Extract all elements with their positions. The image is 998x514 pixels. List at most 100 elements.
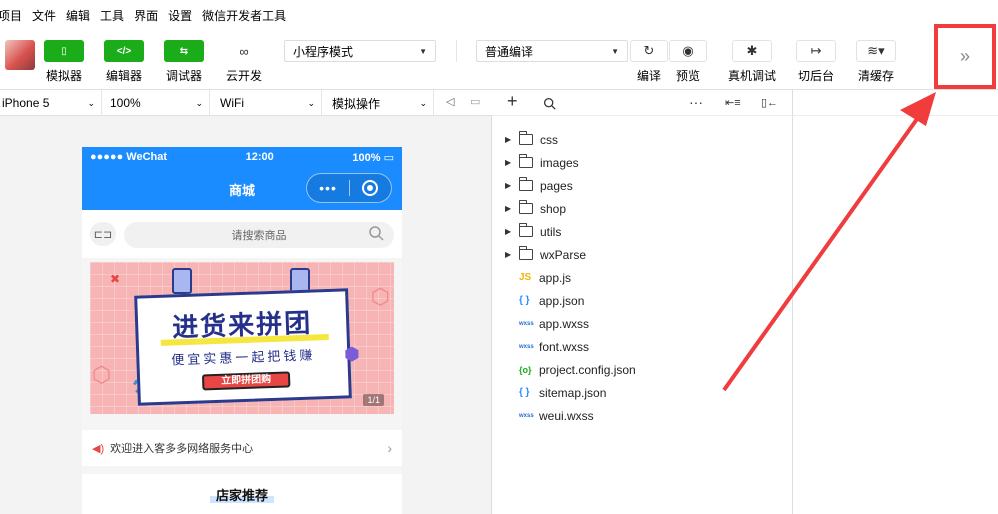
banner-subtitle: 便宜实惠一起把钱赚 bbox=[171, 347, 316, 368]
promo-banner[interactable]: ✖ ⬡ ⬡ ⚒ 进货来拼团 便宜实惠一起把钱赚 立即拼团购 ⬢ 1/1 bbox=[90, 262, 394, 414]
chevron-right-icon: ▶ bbox=[505, 227, 512, 236]
search-icon bbox=[369, 226, 384, 241]
menu-settings[interactable]: 设置 bbox=[168, 7, 192, 24]
speaker-icon: ◀) bbox=[92, 442, 105, 455]
simulate-select[interactable]: 模拟操作 ⌄ bbox=[330, 90, 434, 116]
folder-icon bbox=[518, 154, 533, 168]
wxss-file-icon: wxss bbox=[519, 343, 534, 350]
device-select-value: iPhone 5 bbox=[2, 96, 50, 110]
network-select[interactable]: WiFi ⌄ bbox=[218, 90, 322, 116]
tree-folder[interactable]: ▶ css bbox=[493, 128, 793, 151]
real-debug-button[interactable]: ✱ 真机调试 bbox=[728, 40, 776, 84]
close-mini-program-icon[interactable] bbox=[350, 180, 391, 196]
layers-icon: ≋▾ bbox=[856, 40, 896, 62]
chevron-right-icon: ▶ bbox=[505, 181, 512, 190]
device-select[interactable]: iPhone 5 ⌄ bbox=[0, 90, 102, 116]
tree-file[interactable]: { } sitemap.json bbox=[493, 381, 793, 404]
tree-file[interactable]: {o} project.config.json bbox=[493, 358, 793, 381]
tree-file[interactable]: wxss font.wxss bbox=[493, 335, 793, 358]
preview-button[interactable]: ◉ 预览 bbox=[669, 40, 707, 84]
json-file-icon: { } bbox=[519, 295, 530, 306]
chevron-down-icon: ⌄ bbox=[307, 97, 315, 108]
banner-title: 进货来拼团 bbox=[171, 307, 313, 343]
zoom-select[interactable]: 100% ⌄ bbox=[108, 90, 210, 116]
search-icon[interactable] bbox=[543, 97, 556, 110]
scan-icon[interactable]: ⊏⊐ bbox=[90, 222, 116, 246]
banner-card: 进货来拼团 便宜实惠一起把钱赚 立即拼团购 bbox=[134, 288, 352, 406]
background-button[interactable]: ↦ 切后台 bbox=[796, 40, 836, 84]
tree-folder[interactable]: ▶ images bbox=[493, 151, 793, 174]
avatar[interactable] bbox=[5, 40, 35, 70]
zoom-select-value: 100% bbox=[110, 96, 141, 110]
debugger-toggle[interactable]: ⇆ 调试器 bbox=[164, 40, 204, 84]
capsule-menu[interactable]: ••• bbox=[306, 173, 392, 203]
notice-bar[interactable]: ◀) 欢迎进入客多多网络服务中心 › bbox=[82, 430, 402, 466]
file-name: app.js bbox=[539, 270, 572, 285]
mode-select-value: 小程序模式 bbox=[293, 44, 354, 59]
tree-file[interactable]: wxss app.wxss bbox=[493, 312, 793, 335]
chevron-right-icon: ▶ bbox=[505, 158, 512, 167]
nav-bar: 商城 ••• bbox=[82, 167, 402, 210]
json-file-icon: { } bbox=[519, 387, 530, 398]
simulator-toggle[interactable]: ▯ 模拟器 bbox=[44, 40, 84, 84]
cube-decoration-icon: ⬢ bbox=[344, 344, 360, 364]
folder-name: images bbox=[540, 155, 579, 170]
wxss-file-icon: wxss bbox=[519, 412, 534, 419]
tree-file[interactable]: wxss weui.wxss bbox=[493, 404, 793, 427]
tree-folder[interactable]: ▶ wxParse bbox=[493, 243, 793, 266]
cube-decoration-icon: ⬡ bbox=[92, 362, 112, 387]
chevron-right-icon: ▶ bbox=[505, 250, 512, 259]
compile-select[interactable]: 普通编译 ▼ bbox=[476, 40, 628, 62]
menu-project[interactable]: 项目 bbox=[0, 7, 22, 24]
phone-screen: ●●●●● WeChat 12:00 100% ▭ 商城 ••• ⊏⊐ 请搜索商… bbox=[82, 147, 402, 514]
tree-folder[interactable]: ▶ shop bbox=[493, 197, 793, 220]
folder-name: utils bbox=[540, 224, 562, 239]
add-icon[interactable]: + bbox=[507, 91, 518, 112]
chevron-down-icon: ⌄ bbox=[419, 97, 427, 108]
notice-text: 欢迎进入客多多网络服务中心 bbox=[110, 443, 254, 455]
clear-cache-button[interactable]: ≋▾ 清缓存 bbox=[856, 40, 896, 84]
file-tree: ▶ css ▶ images ▶ pages ▶ shop ▶ utils ▶ wxParse JS ap… bbox=[493, 128, 793, 427]
debugger-label: 调试器 bbox=[165, 69, 202, 83]
tree-folder[interactable]: ▶ pages bbox=[493, 174, 793, 197]
more-dots-icon[interactable]: ••• bbox=[307, 180, 349, 196]
folder-name: pages bbox=[540, 178, 573, 193]
folder-icon bbox=[518, 131, 533, 145]
phone-icon: ▯ bbox=[44, 40, 84, 62]
folder-name: shop bbox=[540, 201, 567, 216]
editor-toggle[interactable]: </> 编辑器 bbox=[104, 40, 144, 84]
search-input[interactable]: 请搜索商品 bbox=[124, 222, 394, 248]
menu-edit[interactable]: 编辑 bbox=[66, 7, 90, 24]
window-icon[interactable]: ▭ bbox=[470, 95, 480, 108]
more-options-icon[interactable]: ··· bbox=[689, 94, 703, 110]
cross-decoration-icon: ✖ bbox=[110, 272, 121, 286]
search-placeholder: 请搜索商品 bbox=[231, 230, 287, 242]
tree-file[interactable]: { } app.json bbox=[493, 289, 793, 312]
divider bbox=[456, 40, 457, 62]
folder-icon bbox=[518, 246, 533, 260]
compile-button[interactable]: ↻ 编译 bbox=[630, 40, 668, 84]
menu-view[interactable]: 界面 bbox=[134, 7, 158, 24]
menu-file[interactable]: 文件 bbox=[32, 7, 56, 24]
compile-label: 编译 bbox=[636, 69, 661, 83]
background-label: 切后台 bbox=[797, 69, 834, 83]
clear-cache-label: 清缓存 bbox=[857, 69, 894, 83]
tree-file[interactable]: JS app.js bbox=[493, 266, 793, 289]
chevron-down-icon: ⌄ bbox=[195, 97, 203, 108]
tree-folder[interactable]: ▶ utils bbox=[493, 220, 793, 243]
battery-text: 100% bbox=[352, 151, 381, 164]
toggle-panel-icon[interactable]: ▯← bbox=[761, 96, 778, 109]
collapse-all-icon[interactable]: ⇤≡ bbox=[725, 96, 741, 109]
editor-label: 编辑器 bbox=[105, 69, 142, 83]
more-button[interactable]: » bbox=[934, 24, 996, 89]
recommend-section: 店家推荐 bbox=[82, 474, 402, 514]
mode-select[interactable]: 小程序模式 ▼ bbox=[284, 40, 436, 62]
menu-tools[interactable]: 工具 bbox=[100, 7, 124, 24]
file-name: sitemap.json bbox=[539, 385, 607, 400]
cloud-button[interactable]: ∞ 云开发 bbox=[224, 40, 264, 84]
banner-cta: 立即拼团购 bbox=[201, 371, 291, 391]
bug-icon: ✱ bbox=[732, 40, 772, 62]
refresh-icon: ↻ bbox=[630, 40, 668, 62]
volume-icon[interactable]: ◁ bbox=[446, 95, 454, 108]
menu-devtools[interactable]: 微信开发者工具 bbox=[202, 7, 286, 24]
